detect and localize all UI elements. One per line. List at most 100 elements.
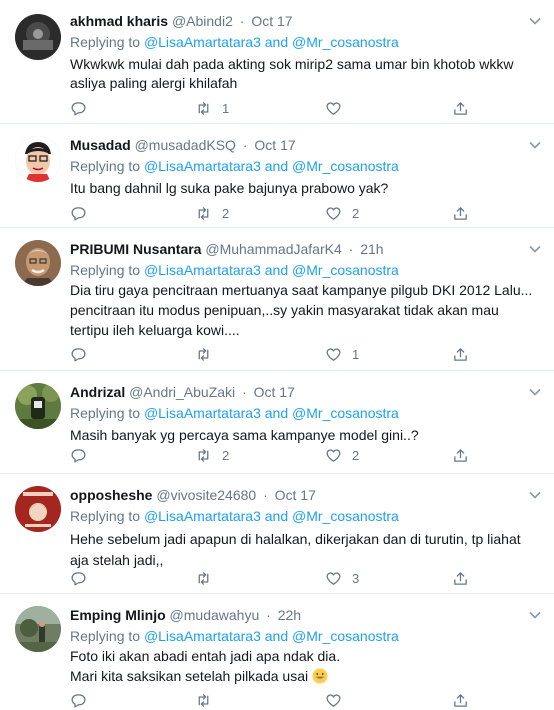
display-name[interactable]: opposheshe (70, 487, 152, 503)
tweet-feed: akhmad kharis @Abindi2 · Oct 17 Replying… (0, 0, 554, 708)
mention-link[interactable]: @Mr_cosanostra (292, 508, 399, 524)
heart-icon (326, 571, 341, 585)
mention-conjunction: and (264, 262, 289, 278)
reply-button[interactable] (70, 445, 97, 465)
chevron-down-icon[interactable] (528, 138, 542, 152)
tweet-header: opposheshe @vivosite24680 · Oct 17 (70, 486, 316, 504)
retweet-button[interactable]: 1 (195, 98, 229, 118)
mention-link[interactable]: @Mr_cosanostra (292, 262, 399, 278)
mention-link[interactable]: @LisaAmartatara3 (144, 158, 261, 174)
user-handle[interactable]: @musadadKSQ (135, 137, 236, 153)
avatar[interactable] (15, 14, 61, 60)
tweet-header: PRIBUMI Nusantara @MuhammadJafarK4 · 21h (70, 240, 384, 258)
user-handle[interactable]: @vivosite24680 (156, 487, 256, 503)
retweet-button[interactable]: 2 (195, 203, 229, 223)
tweet-item[interactable]: Andrizal @Andri_AbuZaki · Oct 17 Replyin… (0, 371, 554, 474)
like-button[interactable] (325, 690, 352, 710)
like-button[interactable] (325, 98, 352, 118)
share-button[interactable] (452, 568, 469, 588)
display-name[interactable]: PRIBUMI Nusantara (70, 241, 201, 257)
share-button[interactable] (452, 203, 469, 223)
mention-link[interactable]: @LisaAmartatara3 (144, 628, 261, 644)
like-button[interactable]: 2 (325, 203, 359, 223)
tweet-item[interactable]: PRIBUMI Nusantara @MuhammadJafarK4 · 21h… (0, 228, 554, 371)
display-name[interactable]: Andrizal (70, 384, 125, 400)
timestamp[interactable]: Oct 17 (275, 487, 316, 503)
retweet-icon (198, 101, 209, 115)
mention-link[interactable]: @LisaAmartatara3 (144, 508, 261, 524)
mention-link[interactable]: @LisaAmartatara3 (144, 262, 261, 278)
timestamp[interactable]: 21h (360, 241, 383, 257)
timestamp[interactable]: Oct 17 (254, 137, 295, 153)
replying-to: Replying to @LisaAmartatara3 and @Mr_cos… (70, 507, 399, 525)
mention-link[interactable]: @Mr_cosanostra (292, 158, 399, 174)
chevron-down-icon[interactable] (528, 242, 542, 256)
avatar[interactable] (15, 383, 61, 429)
reply-icon (71, 101, 86, 116)
chevron-down-icon[interactable] (528, 14, 542, 28)
share-icon (454, 571, 467, 585)
avatar[interactable] (15, 486, 61, 532)
retweet-button[interactable] (195, 690, 222, 710)
share-button[interactable] (452, 445, 469, 465)
reply-button[interactable] (70, 568, 97, 588)
timestamp[interactable]: Oct 17 (251, 13, 292, 29)
avatar[interactable] (15, 240, 61, 286)
mention-link[interactable]: @Mr_cosanostra (292, 34, 399, 50)
separator-dot: · (242, 384, 247, 400)
retweet-button[interactable] (195, 568, 222, 588)
reply-button[interactable] (70, 203, 97, 223)
avatar[interactable] (15, 606, 61, 652)
tweet-actions: 2 2 (70, 445, 490, 465)
avatar-green-photo-icon (15, 383, 61, 429)
share-button[interactable] (452, 344, 469, 364)
avatar[interactable] (15, 136, 61, 182)
tweet-actions: 1 (70, 98, 490, 118)
timestamp[interactable]: 22h (278, 607, 301, 623)
share-icon (454, 448, 467, 462)
reply-button[interactable] (70, 344, 97, 364)
tweet-item[interactable]: Emping Mlinjo @mudawahyu · 22h Replying … (0, 594, 554, 708)
mention-link[interactable]: @Mr_cosanostra (292, 628, 399, 644)
like-button[interactable]: 1 (325, 344, 359, 364)
like-button[interactable]: 2 (325, 445, 359, 465)
tweet-item[interactable]: opposheshe @vivosite24680 · Oct 17 Reply… (0, 474, 554, 594)
share-button[interactable] (452, 98, 469, 118)
display-name[interactable]: akhmad kharis (70, 13, 168, 29)
share-button[interactable] (452, 690, 469, 710)
like-button[interactable]: 3 (325, 568, 359, 588)
tweet-text: Masih banyak yg percaya sama kampanye mo… (70, 427, 419, 443)
chevron-down-icon[interactable] (528, 488, 542, 502)
replying-to-label: Replying to (70, 405, 141, 421)
tweet-header: Andrizal @Andri_AbuZaki · Oct 17 (70, 383, 295, 401)
user-handle[interactable]: @MuhammadJafarK4 (205, 241, 341, 257)
chevron-down-icon[interactable] (528, 608, 542, 622)
replying-to: Replying to @LisaAmartatara3 and @Mr_cos… (70, 261, 399, 279)
reply-button[interactable] (70, 690, 97, 710)
share-icon (454, 101, 467, 115)
tweet-text: Itu bang dahnil lg suka pake bajunya pra… (70, 180, 389, 196)
user-handle[interactable]: @Abindi2 (172, 13, 233, 29)
replying-to-label: Replying to (70, 628, 141, 644)
tweet-text: Hehe sebelum jadi apapun di halalkan, di… (70, 531, 521, 568)
display-name[interactable]: Emping Mlinjo (70, 607, 166, 623)
display-name[interactable]: Musadad (70, 137, 131, 153)
like-count: 2 (352, 205, 360, 221)
reply-button[interactable] (70, 98, 97, 118)
user-handle[interactable]: @mudawahyu (170, 607, 260, 623)
user-handle[interactable]: @Andri_AbuZaki (129, 384, 235, 400)
reply-icon (71, 693, 86, 708)
chevron-down-icon[interactable] (528, 385, 542, 399)
tweet-actions: 3 (70, 568, 490, 588)
mention-link[interactable]: @LisaAmartatara3 (144, 34, 261, 50)
tweet-item[interactable]: Musadad @musadadKSQ · Oct 17 Replying to… (0, 124, 554, 228)
mention-link[interactable]: @LisaAmartatara3 (144, 405, 261, 421)
tweet-item[interactable]: akhmad kharis @Abindi2 · Oct 17 Replying… (0, 0, 554, 124)
reply-icon (71, 347, 86, 362)
retweet-button[interactable]: 2 (195, 445, 229, 465)
reply-icon (71, 571, 86, 586)
retweet-button[interactable] (195, 344, 222, 364)
timestamp[interactable]: Oct 17 (254, 384, 295, 400)
replying-to-label: Replying to (70, 158, 141, 174)
mention-link[interactable]: @Mr_cosanostra (292, 405, 399, 421)
